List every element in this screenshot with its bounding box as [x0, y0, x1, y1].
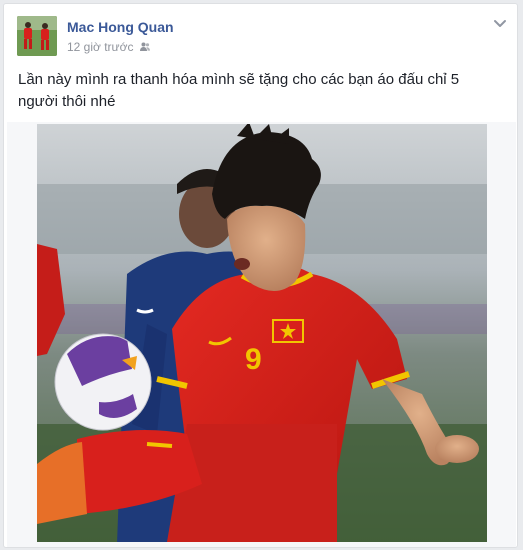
post-meta: 12 giờ trước	[67, 40, 151, 54]
avatar-image	[17, 16, 57, 56]
avatar[interactable]	[17, 16, 57, 56]
post-card: Mac Hong Quan 12 giờ trước Lần này mình …	[3, 3, 518, 548]
post-text: Lần này mình ra thanh hóa mình sẽ tặng c…	[18, 71, 460, 110]
friends-icon[interactable]	[139, 41, 151, 53]
post-photo[interactable]: 9	[37, 124, 487, 542]
chevron-down-icon[interactable]	[493, 16, 507, 27]
jersey-number: 9	[245, 343, 262, 376]
post-timestamp[interactable]: 12 giờ trước	[67, 40, 133, 54]
photo-frame: 9	[7, 122, 516, 547]
author-name[interactable]: Mac Hong Quan	[67, 19, 174, 35]
